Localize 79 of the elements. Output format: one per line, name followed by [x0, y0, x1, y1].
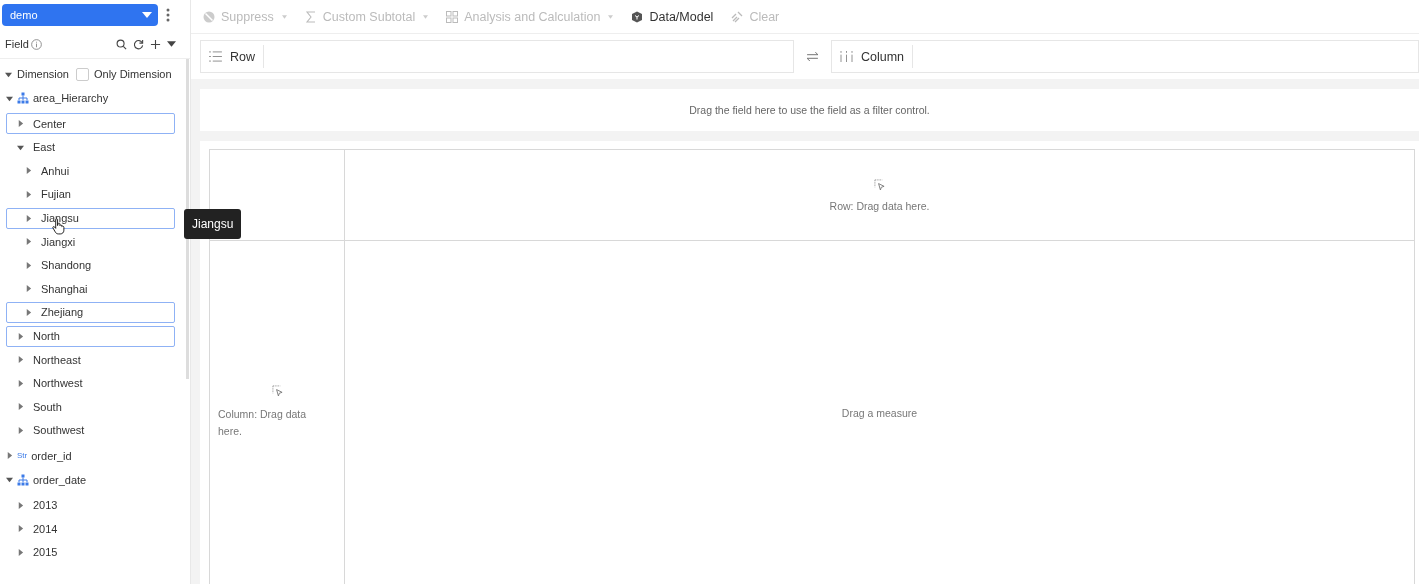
caret-right-icon[interactable] — [17, 426, 24, 434]
tree-item[interactable]: Fujian — [6, 183, 175, 205]
tree-item[interactable]: Shandong — [6, 254, 175, 276]
hierarchy-icon — [17, 473, 29, 486]
tree-item[interactable]: Center — [6, 113, 175, 135]
tree-item[interactable]: Shanghai — [6, 278, 175, 300]
caret-down-icon[interactable] — [6, 94, 13, 102]
tree-item[interactable]: Northeast — [6, 349, 175, 371]
row-drop-area[interactable]: Row: Drag data here. — [344, 149, 1415, 240]
tree-item[interactable]: Southwest — [6, 419, 175, 441]
cube-icon — [631, 10, 644, 23]
drop-hint: Row: Drag data here. — [829, 199, 930, 212]
list-icon — [209, 51, 222, 62]
checkbox-label: Only Dimension — [93, 68, 172, 81]
tree-item[interactable]: Zhejiang — [6, 301, 175, 323]
tree-item[interactable]: 2015 — [6, 541, 175, 563]
tree-item[interactable]: North — [6, 325, 175, 347]
group-label: Dimension — [17, 68, 69, 81]
caret-right-icon[interactable] — [25, 167, 32, 175]
search-icon[interactable] — [116, 38, 127, 50]
tree-item[interactable]: South — [6, 396, 175, 418]
grid-icon — [446, 10, 459, 23]
info-icon — [30, 38, 42, 50]
sigma-icon — [304, 10, 317, 23]
field-name[interactable]: order_date — [33, 473, 87, 486]
drop-hint: Drag the field here to use the field as a filter control. — [689, 104, 930, 116]
columns-icon — [840, 51, 853, 62]
hierarchy-icon — [17, 92, 29, 105]
caret-right-icon[interactable] — [17, 356, 24, 364]
ban-icon — [203, 10, 215, 23]
caret-right-icon[interactable] — [17, 501, 24, 509]
tree-item[interactable]: Jiangxi — [6, 231, 175, 253]
caret-right-icon[interactable] — [17, 403, 24, 411]
tooltip: Jiangsu — [184, 209, 242, 239]
caret-right-icon[interactable] — [17, 332, 24, 340]
field-name[interactable]: order_id — [31, 449, 72, 462]
tree-item[interactable]: Anhui — [6, 160, 175, 182]
measure-drop-area[interactable]: Drag a measure — [344, 240, 1415, 584]
checkbox[interactable] — [75, 67, 89, 81]
caret-right-icon[interactable] — [25, 261, 32, 269]
refresh-icon[interactable] — [133, 38, 144, 50]
drag-icon — [874, 178, 885, 190]
caret-right-icon[interactable] — [25, 190, 32, 198]
add-icon[interactable] — [150, 38, 161, 50]
tree-item[interactable]: 2013 — [6, 494, 175, 516]
shelf-label: Column — [861, 49, 905, 64]
toolbar-button[interactable]: Data/Model — [631, 9, 714, 24]
caret-down-icon[interactable] — [5, 70, 12, 78]
caret-down-icon[interactable] — [17, 143, 24, 151]
caret-right-icon[interactable] — [17, 379, 24, 387]
caret-right-icon[interactable] — [25, 238, 32, 246]
caret-right-icon[interactable] — [25, 308, 32, 316]
caret-down-icon[interactable] — [6, 476, 13, 484]
drag-icon — [271, 385, 283, 396]
caret-right-icon[interactable] — [17, 525, 24, 533]
caret-icon — [142, 12, 152, 18]
drop-hint: Column: Drag data here. — [218, 407, 308, 439]
tree-item[interactable]: Jiangsu — [6, 207, 175, 229]
dataset-select[interactable]: demo — [2, 4, 158, 26]
column-drop-area[interactable]: Column: Drag data here. — [209, 240, 344, 584]
caret-right-icon[interactable] — [25, 285, 32, 293]
tree-item[interactable]: East — [6, 136, 175, 158]
field-name[interactable]: area_Hierarchy — [33, 92, 109, 105]
type-tag: Str — [17, 451, 28, 461]
shelf-label: Row — [230, 49, 255, 64]
panel-title: Field — [5, 38, 29, 50]
filter-drop-area[interactable]: Drag the field here to use the field as a filter control. — [200, 89, 1419, 131]
drop-hint: Drag a measure — [841, 406, 918, 419]
caret-right-icon[interactable] — [6, 452, 13, 460]
column-shelf[interactable]: Column — [831, 40, 1419, 73]
row-shelf[interactable]: Row — [200, 40, 794, 73]
more-icon[interactable] — [166, 8, 170, 22]
caret-icon[interactable] — [167, 41, 176, 47]
tree-item[interactable]: Northwest — [6, 372, 175, 394]
caret-right-icon[interactable] — [17, 548, 24, 556]
caret-right-icon[interactable] — [25, 214, 32, 222]
caret-right-icon[interactable] — [17, 120, 24, 128]
swap-icon[interactable] — [807, 52, 818, 61]
tree-item[interactable]: 2014 — [6, 518, 175, 540]
